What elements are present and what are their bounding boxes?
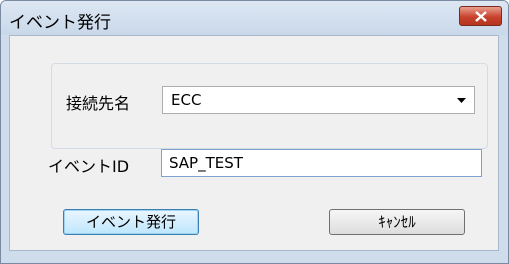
event-id-label: イベントID: [48, 157, 130, 176]
dialog-window: イベント発行 接続先名 ECC イベントID SAP_TEST イベント発行 ｷ…: [0, 0, 509, 264]
event-id-input[interactable]: SAP_TEST: [161, 149, 482, 177]
dialog-body: 接続先名 ECC イベントID SAP_TEST イベント発行 ｷｬﾝｾﾙ: [9, 35, 499, 251]
chevron-down-icon[interactable]: [457, 98, 466, 103]
connection-select[interactable]: ECC: [162, 86, 475, 114]
cancel-button[interactable]: ｷｬﾝｾﾙ: [329, 209, 465, 235]
window-title: イベント発行: [9, 13, 111, 33]
close-button[interactable]: [459, 6, 502, 26]
title-bar[interactable]: イベント発行: [1, 1, 508, 35]
connection-label: 接続先名: [66, 94, 131, 113]
publish-event-button[interactable]: イベント発行: [63, 209, 199, 235]
connection-select-value: ECC: [171, 91, 202, 109]
close-x-icon: [475, 11, 487, 22]
event-id-value: SAP_TEST: [169, 154, 243, 172]
